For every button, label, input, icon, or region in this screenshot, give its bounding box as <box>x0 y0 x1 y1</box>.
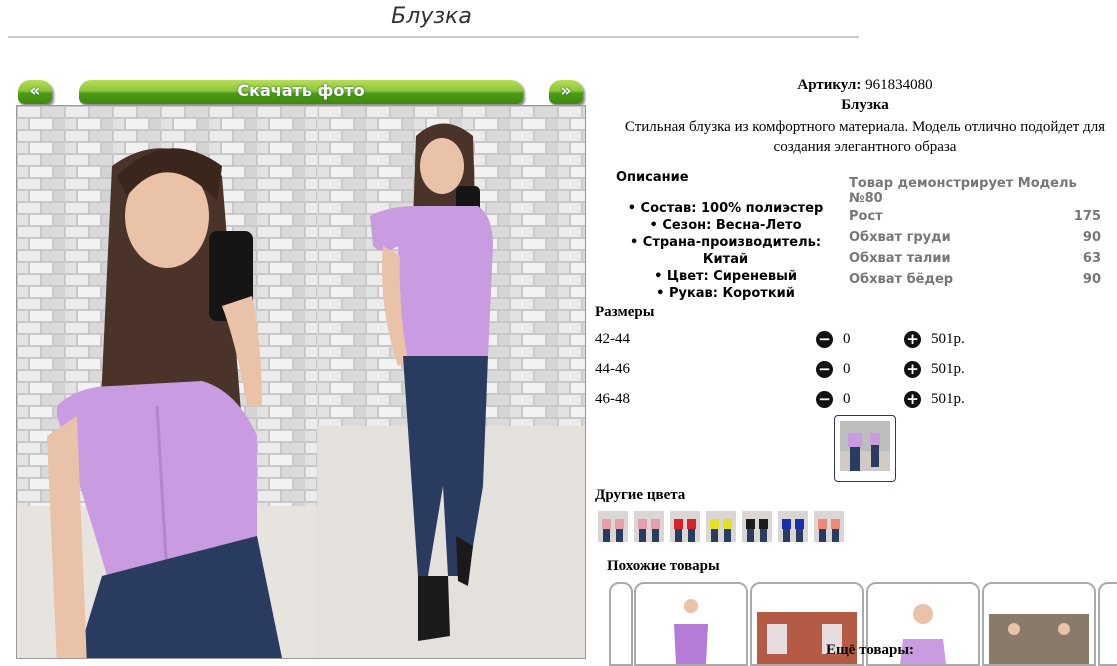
minus-icon[interactable]: − <box>816 361 833 378</box>
size-row: 46-48 − 0 + 501р. <box>595 390 1015 410</box>
color-variant-thumbnail[interactable] <box>598 511 628 542</box>
size-row: 44-46 − 0 + 501р. <box>595 360 1015 380</box>
prev-photo-button[interactable]: « <box>18 80 52 104</box>
details-item: Сезон: Весна-Лето <box>613 217 838 234</box>
product-photo-full <box>318 106 585 658</box>
size-quantity: 0 <box>843 331 851 347</box>
details-item: Цвет: Сиреневый <box>613 268 838 285</box>
model-row-value: 90 <box>1082 230 1101 245</box>
product-photo-closeup <box>17 106 317 658</box>
details-item: Состав: 100% полиэстер <box>613 200 838 217</box>
similar-product-card[interactable] <box>982 582 1096 666</box>
size-label: 46-48 <box>595 391 630 407</box>
model-row-label: Рост <box>849 209 883 224</box>
details-item: Страна-производитель: Китай <box>613 234 838 268</box>
page-title: Блузка <box>8 4 859 38</box>
selected-photo-thumbnail[interactable] <box>834 415 896 482</box>
product-description: Стильная блузка из комфортного материала… <box>624 119 1106 155</box>
size-price: 501р. <box>931 331 965 347</box>
size-label: 44-46 <box>595 361 630 377</box>
plus-icon[interactable]: + <box>904 331 921 348</box>
model-row-label: Обхват талии <box>849 251 951 266</box>
color-variant-thumbnail[interactable] <box>742 511 772 542</box>
similar-carousel-left-edge[interactable] <box>609 582 633 666</box>
model-measurements: Товар демонстрирует Модель №80 Рост 175 О… <box>849 176 1101 290</box>
color-variant-thumbnail[interactable] <box>670 511 700 542</box>
product-photo[interactable] <box>16 105 586 659</box>
more-products-link[interactable]: Ещё товары: <box>826 642 914 659</box>
minus-icon[interactable]: − <box>816 391 833 408</box>
size-quantity: 0 <box>843 361 851 377</box>
color-variant-thumbnail[interactable] <box>634 511 664 542</box>
model-row-label: Обхват бёдер <box>849 272 954 287</box>
other-colors-heading: Другие цвета <box>595 487 686 503</box>
details-item: Рукав: Короткий <box>613 285 838 302</box>
similar-product-card[interactable] <box>634 582 748 666</box>
size-quantity: 0 <box>843 391 851 407</box>
article-number: Артикул: 961834080 <box>797 77 933 93</box>
model-row-value: 63 <box>1082 251 1101 266</box>
model-row-label: Обхват груди <box>849 230 951 245</box>
sizes-heading: Размеры <box>595 304 655 320</box>
color-variant-thumbnail[interactable] <box>778 511 808 542</box>
size-price: 501р. <box>931 361 965 377</box>
color-variant-thumbnail[interactable] <box>814 511 844 542</box>
size-label: 42-44 <box>595 331 630 347</box>
model-row-value: 90 <box>1082 272 1101 287</box>
color-variant-thumbnail[interactable] <box>706 511 736 542</box>
similar-carousel-right-edge[interactable] <box>1098 582 1117 666</box>
details-list: Состав: 100% полиэстер Сезон: Весна-Лето… <box>613 200 838 302</box>
next-photo-button[interactable]: » <box>549 80 583 104</box>
plus-icon[interactable]: + <box>904 391 921 408</box>
model-row-value: 175 <box>1073 209 1101 224</box>
minus-icon[interactable]: − <box>816 331 833 348</box>
model-row-label: Товар демонстрирует Модель №80 <box>849 176 1077 206</box>
product-name: Блузка <box>841 97 889 113</box>
plus-icon[interactable]: + <box>904 361 921 378</box>
download-photo-button[interactable]: Скачать фото <box>79 80 523 104</box>
similar-products-heading: Похожие товары <box>607 558 720 574</box>
details-heading: Описание <box>616 170 689 185</box>
size-price: 501р. <box>931 391 965 407</box>
size-row: 42-44 − 0 + 501р. <box>595 330 1015 350</box>
